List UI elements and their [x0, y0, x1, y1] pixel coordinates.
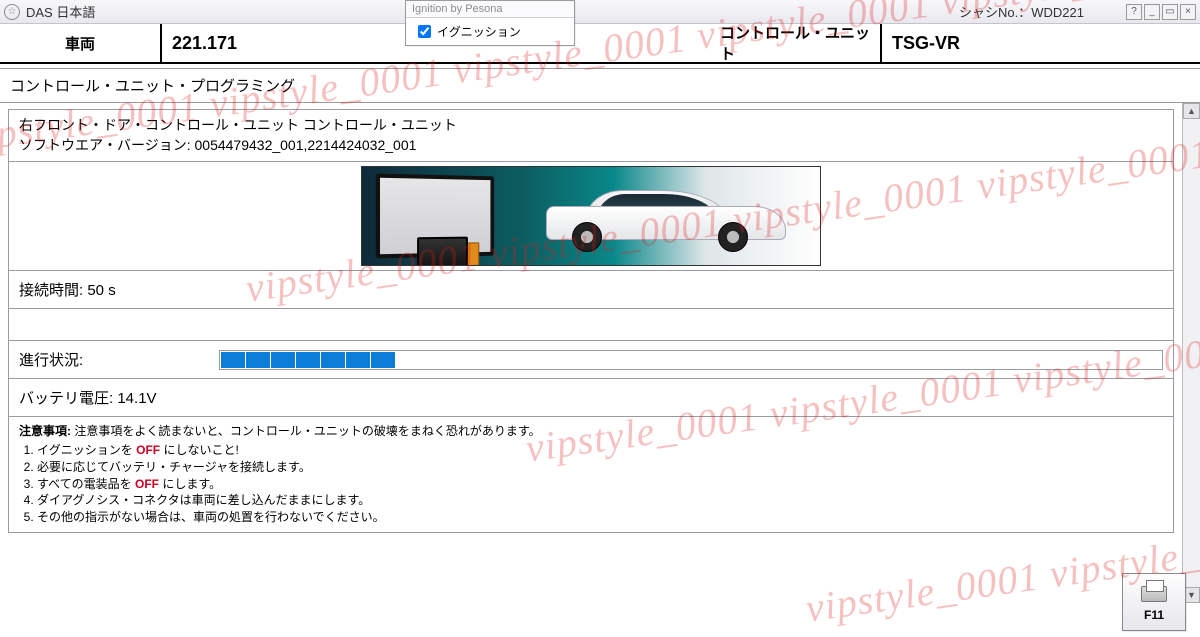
main-panel: 右フロント・ドア・コントロール・ユニット コントロール・ユニット ソフトウエア・… [8, 109, 1174, 533]
notes-item: すべての電装品を OFF にします。 [37, 476, 1163, 493]
ignition-checkbox-row[interactable]: イグニッション [406, 18, 574, 45]
control-unit-label: コントロール・ユニット [720, 24, 880, 62]
f11-print-button[interactable]: F11 [1122, 573, 1186, 631]
notes-item: イグニッションを OFF にしないこと! [37, 442, 1163, 459]
vehicle-label: 車両 [0, 24, 160, 62]
sw-version-value: 0054479432_001,2214424032_001 [195, 137, 417, 153]
footer: F11 [1122, 573, 1186, 631]
progress-block [246, 352, 270, 368]
ignition-dropdown-title: Ignition by Pesona [406, 1, 574, 18]
restore-icon[interactable]: ▭ [1162, 4, 1178, 20]
progress-label: 進行状況: [19, 349, 219, 370]
notes-list: イグニッションを OFF にしないこと!必要に応じてバッテリ・チャージャを接続し… [19, 442, 1163, 526]
vertical-scrollbar[interactable]: ▲ ▼ [1182, 103, 1200, 603]
notes-panel: 注意事項: 注意事項をよく読まないと、コントロール・ユニットの破壊をまねく恐れが… [9, 417, 1173, 532]
ignition-checkbox[interactable] [418, 25, 431, 38]
control-unit-value: TSG-VR [880, 24, 1200, 62]
f11-label: F11 [1144, 608, 1164, 622]
notes-item: 必要に応じてバッテリ・チャージャを接続します。 [37, 459, 1163, 476]
ignition-dropdown[interactable]: Ignition by Pesona イグニッション [405, 0, 575, 46]
notes-header: 注意事項: [19, 424, 74, 438]
connection-value: 50 s [87, 282, 115, 299]
scroll-up-icon[interactable]: ▲ [1183, 103, 1200, 119]
app-logo-icon: ☆ [4, 4, 20, 20]
chassis-no: WDD221 [1031, 5, 1084, 20]
help-icon[interactable]: ? [1126, 4, 1142, 20]
headerbar: 車両 221.171 コントロール・ユニット TSG-VR [0, 24, 1200, 64]
progress-block [371, 352, 395, 368]
battery-value: 14.1V [117, 390, 156, 407]
progress-block [321, 352, 345, 368]
software-info: 右フロント・ドア・コントロール・ユニット コントロール・ユニット ソフトウエア・… [9, 110, 1173, 162]
progress-block [296, 352, 320, 368]
content-wrap: 右フロント・ドア・コントロール・ユニット コントロール・ユニット ソフトウエア・… [0, 103, 1200, 603]
progress-row: 進行状況: [9, 341, 1173, 379]
chassis-label-group: シャシNo.：WDD221 [959, 2, 1084, 21]
battery-label: バッテリ電圧: [19, 390, 117, 407]
car-image [512, 167, 820, 265]
titlebar: ☆ DAS 日本語 シャシNo.：WDD221 ? _ ▭ × [0, 0, 1200, 24]
printer-icon [1139, 582, 1169, 604]
progress-bar [219, 350, 1163, 370]
empty-row [9, 309, 1173, 341]
notes-item: ダイアグノシス・コネクタは車両に差し込んだままにします。 [37, 492, 1163, 509]
sw-info-line1: 右フロント・ドア・コントロール・ユニット コントロール・ユニット [19, 116, 1163, 136]
diagnostic-device-icon [362, 167, 512, 265]
chassis-label: シャシNo.： [959, 5, 1031, 20]
battery-row: バッテリ電圧: 14.1V [9, 379, 1173, 417]
progress-block [271, 352, 295, 368]
progress-block [346, 352, 370, 368]
off-keyword: OFF [136, 443, 160, 457]
close-icon[interactable]: × [1180, 4, 1196, 20]
app-title: DAS 日本語 [26, 2, 95, 21]
connection-label: 接続時間: [19, 282, 87, 299]
progress-block [221, 352, 245, 368]
scroll-track[interactable] [1183, 119, 1200, 587]
notes-header-text: 注意事項をよく読まないと、コントロール・ユニットの破壊をまねく恐れがあります。 [74, 424, 540, 438]
banner-image [361, 166, 821, 266]
banner-area [9, 162, 1173, 271]
sw-version-label: ソフトウエア・バージョン: [19, 137, 195, 153]
off-keyword: OFF [135, 477, 159, 491]
notes-item: その他の指示がない場合は、車両の処置を行わないでください。 [37, 509, 1163, 526]
ignition-checkbox-label: イグニッション [437, 23, 521, 40]
section-title: コントロール・ユニット・プログラミング [0, 68, 1200, 103]
connection-time-row: 接続時間: 50 s [9, 271, 1173, 309]
sw-info-line2: ソフトウエア・バージョン: 0054479432_001,2214424032_… [19, 136, 1163, 156]
minimize-icon[interactable]: _ [1144, 4, 1160, 20]
